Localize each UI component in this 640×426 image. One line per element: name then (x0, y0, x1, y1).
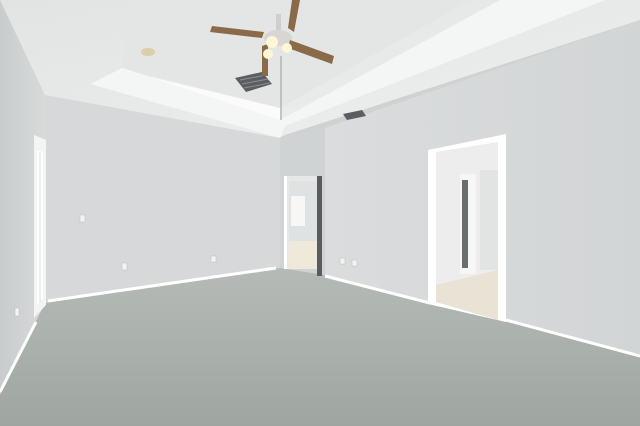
hallway-doorway[interactable] (284, 176, 322, 276)
fan-light (266, 36, 278, 48)
fan-blade (262, 44, 268, 76)
hallway-floor (287, 241, 320, 269)
fan-light (282, 43, 292, 53)
glass-door[interactable] (34, 135, 46, 318)
distant-window (291, 196, 305, 226)
recessed-light (141, 48, 155, 56)
bathroom-doorway[interactable] (428, 134, 506, 322)
room-photo (0, 0, 640, 426)
fan-light (263, 49, 273, 59)
